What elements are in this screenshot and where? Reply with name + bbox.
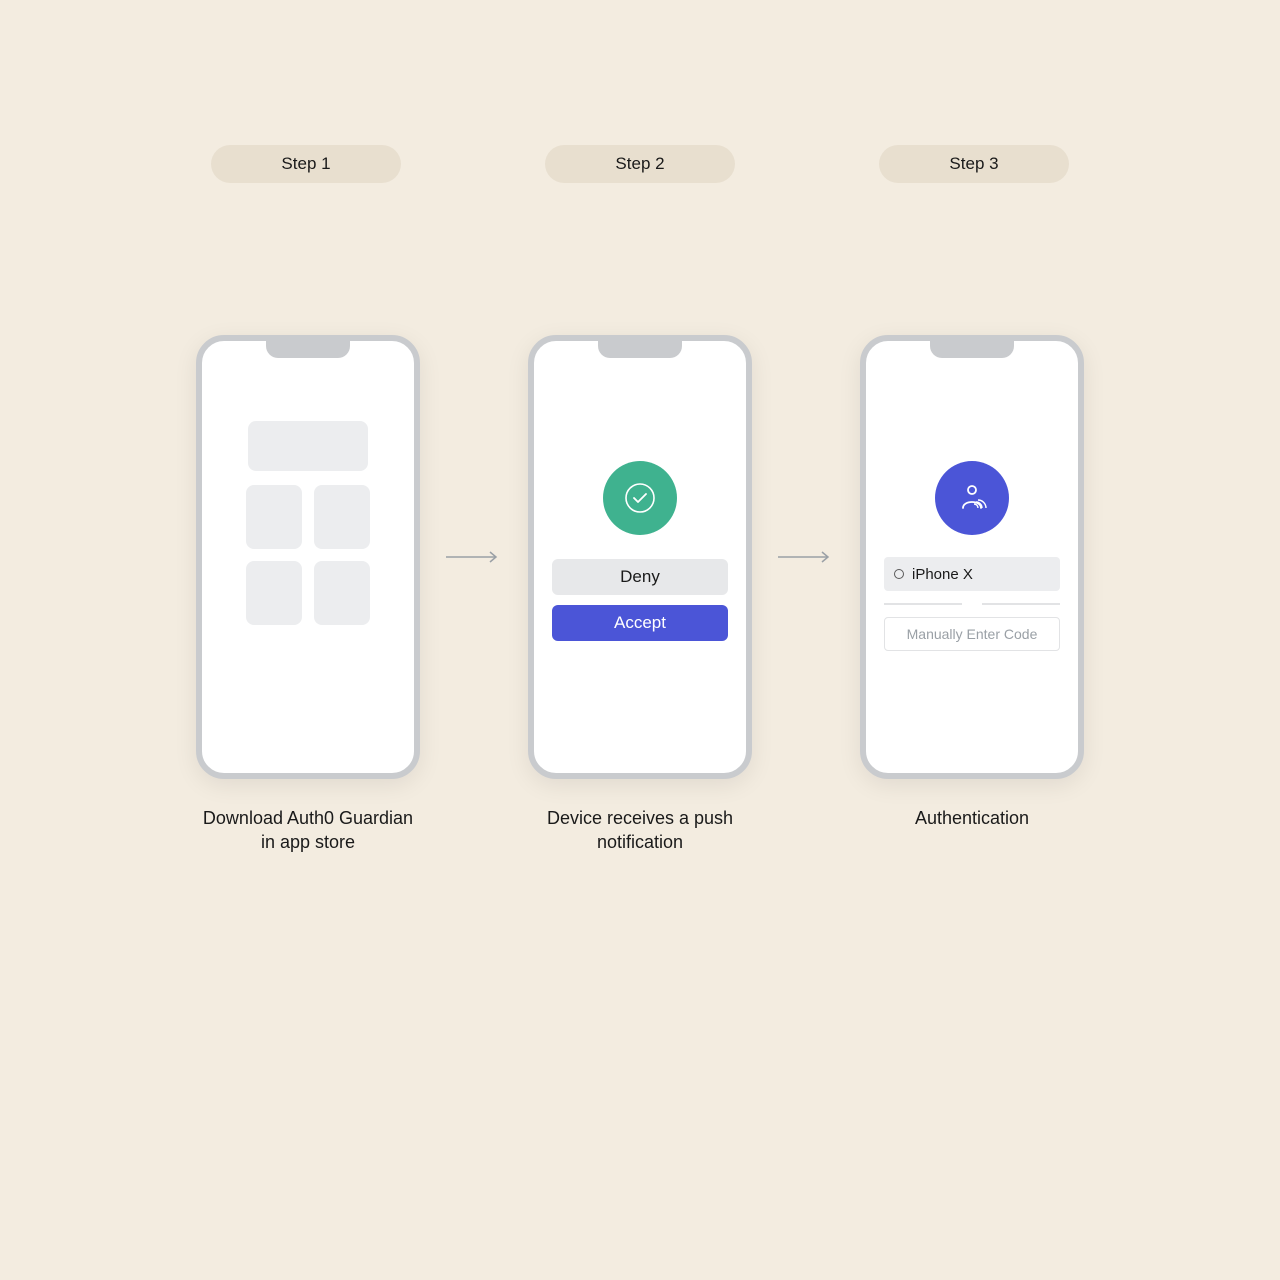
phone-step-2: Deny Accept bbox=[528, 335, 752, 779]
device-option[interactable]: iPhone X bbox=[884, 557, 1060, 591]
placeholder-tile bbox=[314, 485, 370, 549]
radio-unchecked-icon bbox=[894, 569, 904, 579]
phone-inner-1 bbox=[202, 341, 414, 773]
placeholder-wide bbox=[248, 421, 368, 471]
caption-step-3: Authentication bbox=[860, 806, 1084, 855]
arrow-right-icon bbox=[776, 545, 836, 569]
manually-enter-code-button[interactable]: Manually Enter Code bbox=[884, 617, 1060, 651]
device-name: iPhone X bbox=[912, 566, 973, 583]
phone-inner-2: Deny Accept bbox=[534, 341, 746, 773]
accept-button[interactable]: Accept bbox=[552, 605, 728, 641]
phones-row: Deny Accept iPhone X bbox=[0, 335, 1280, 779]
check-circle-icon bbox=[603, 461, 677, 535]
deny-button[interactable]: Deny bbox=[552, 559, 728, 595]
phone-step-3: iPhone X Manually Enter Code bbox=[860, 335, 1084, 779]
step-labels-row: Step 1 Step 2 Step 3 bbox=[0, 145, 1280, 183]
separator bbox=[982, 603, 1060, 605]
caption-step-1: Download Auth0 Guardian in app store bbox=[196, 806, 420, 855]
caption-step-2: Device receives a push notification bbox=[528, 806, 752, 855]
placeholder-tile bbox=[246, 485, 302, 549]
user-fingerprint-icon bbox=[935, 461, 1009, 535]
step-label-1: Step 1 bbox=[211, 145, 401, 183]
phone-step-1 bbox=[196, 335, 420, 779]
placeholder-grid bbox=[246, 485, 370, 625]
placeholder-tile bbox=[246, 561, 302, 625]
arrow-right-icon bbox=[444, 545, 504, 569]
step-label-3: Step 3 bbox=[879, 145, 1069, 183]
step-label-2: Step 2 bbox=[545, 145, 735, 183]
phone-inner-3: iPhone X Manually Enter Code bbox=[866, 341, 1078, 773]
captions-row: Download Auth0 Guardian in app store Dev… bbox=[0, 806, 1280, 855]
separator bbox=[884, 603, 962, 605]
placeholder-tile bbox=[314, 561, 370, 625]
separator-row bbox=[884, 603, 1060, 605]
